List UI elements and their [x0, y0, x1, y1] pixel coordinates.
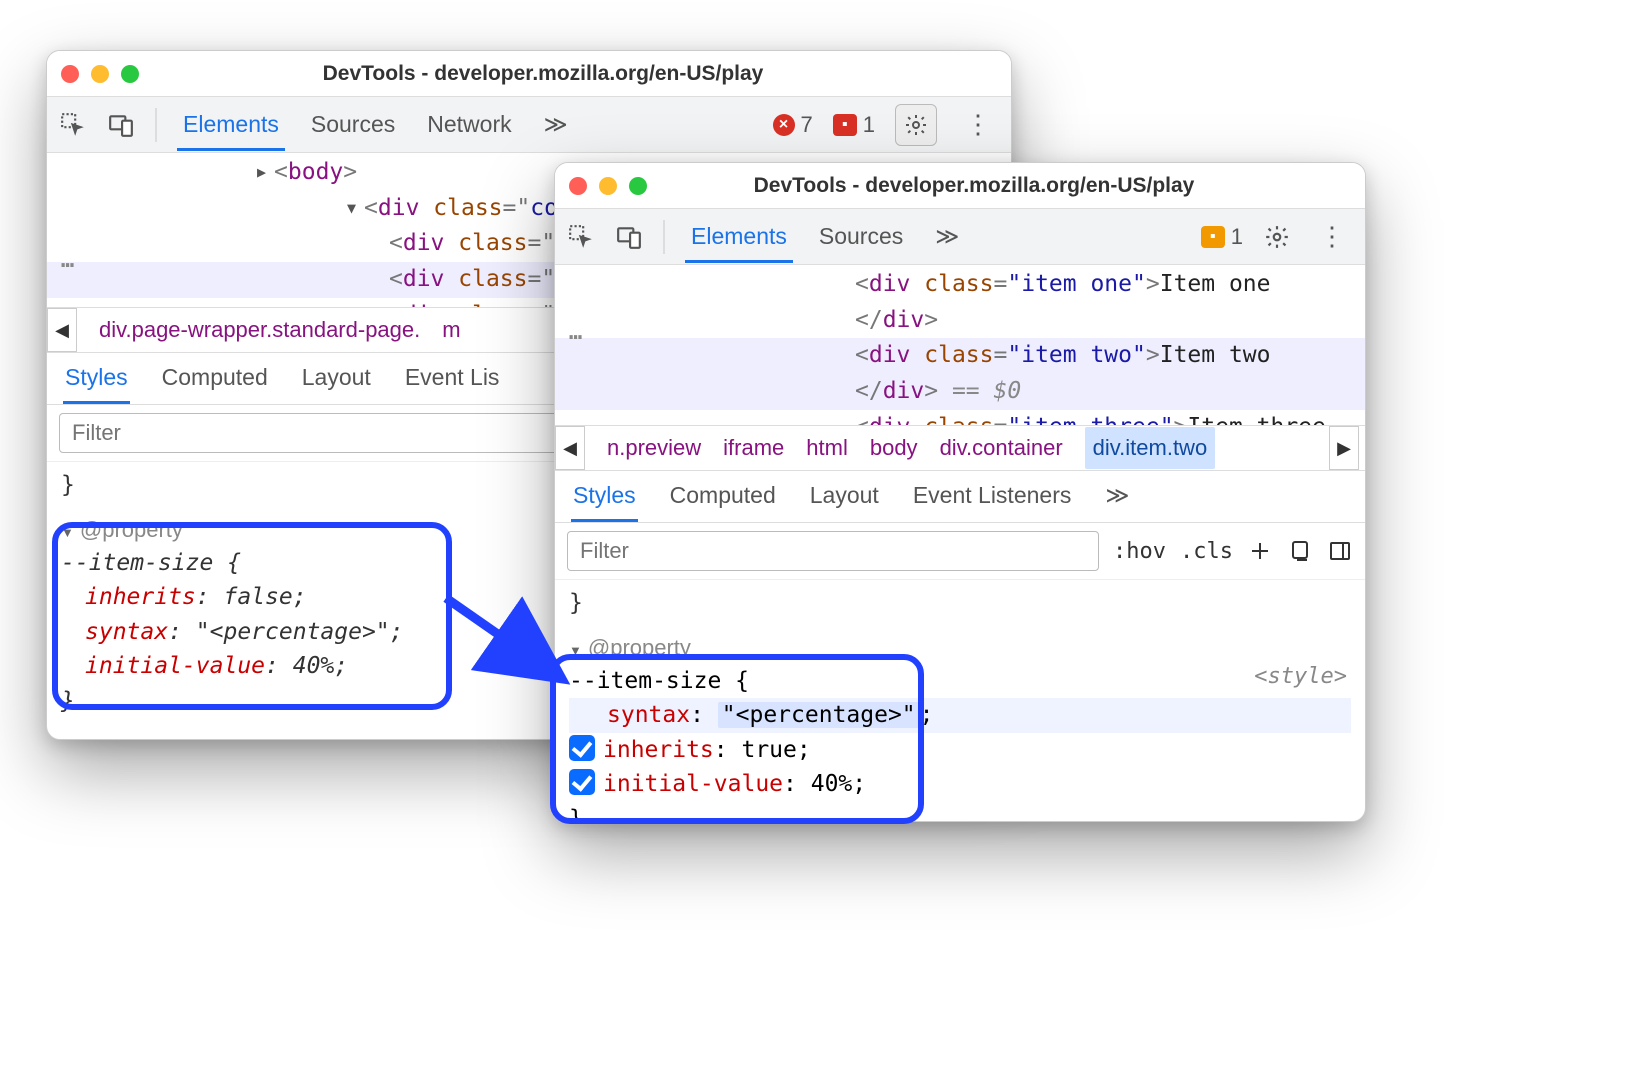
window-title: DevTools - developer.mozilla.org/en-US/p… [657, 174, 1291, 198]
maximize-window-button[interactable] [629, 177, 647, 195]
breadcrumb-item[interactable]: html [806, 435, 848, 461]
ellipsis-icon[interactable]: ⋯ [569, 321, 584, 355]
titlebar: DevTools - developer.mozilla.org/en-US/p… [47, 51, 1011, 97]
issue-icon: ▪ [833, 114, 857, 136]
subtab-event-listeners[interactable]: Event Listeners [911, 472, 1074, 522]
breadcrumb-item[interactable]: n.preview [607, 435, 701, 461]
cls-toggle[interactable]: .cls [1180, 539, 1233, 564]
styles-filter-input[interactable] [567, 531, 1099, 571]
main-toolbar: Elements Sources ≫ ▪ 1 ⋮ [555, 209, 1365, 265]
issue-count[interactable]: ▪ 1 [833, 112, 875, 138]
toggle-panel-icon[interactable] [1327, 538, 1353, 564]
styles-panel-tabs: Styles Computed Layout Event Listeners ≫ [555, 471, 1365, 523]
css-rule[interactable]: --item-size { syntax: "<percentage>"; in… [569, 664, 1351, 822]
copy-styles-icon[interactable] [1287, 538, 1313, 564]
devtools-window-front: DevTools - developer.mozilla.org/en-US/p… [554, 162, 1366, 822]
minimize-window-button[interactable] [91, 65, 109, 83]
at-property-section[interactable]: @property [569, 631, 1351, 664]
breadcrumb-item[interactable]: div.page-wrapper.standard-page. [99, 317, 420, 343]
property-toggle-checkbox[interactable] [569, 769, 595, 795]
breadcrumb-item[interactable]: m [442, 317, 460, 343]
settings-button[interactable] [895, 104, 937, 146]
hov-toggle[interactable]: :hov [1113, 539, 1166, 564]
close-window-button[interactable] [61, 65, 79, 83]
kebab-menu[interactable]: ⋮ [1311, 217, 1353, 256]
source-link[interactable]: <style> [1254, 660, 1347, 693]
property-toggle-checkbox[interactable] [569, 735, 595, 761]
close-window-button[interactable] [569, 177, 587, 195]
breadcrumb-scroll-right[interactable]: ▶ [1329, 426, 1359, 470]
tab-elements[interactable]: Elements [177, 99, 285, 151]
device-toggle-icon[interactable] [107, 111, 135, 139]
error-icon: × [773, 114, 795, 136]
subtab-styles[interactable]: Styles [63, 354, 130, 404]
subtab-computed[interactable]: Computed [160, 354, 270, 404]
new-style-rule-icon[interactable] [1247, 538, 1273, 564]
dom-tree[interactable]: ⋯ <div class="item one">Item one </div> … [555, 265, 1365, 425]
breadcrumb-scroll-left[interactable]: ◀ [47, 308, 77, 352]
breadcrumb-item[interactable]: div.container [940, 435, 1063, 461]
styles-rules[interactable]: } @property <style> --item-size { syntax… [555, 580, 1365, 821]
error-count[interactable]: × 7 [773, 112, 813, 138]
breadcrumb-item[interactable]: iframe [723, 435, 784, 461]
titlebar: DevTools - developer.mozilla.org/en-US/p… [555, 163, 1365, 209]
main-toolbar: Elements Sources Network ≫ × 7 ▪ 1 ⋮ [47, 97, 1011, 153]
breadcrumb-scroll-left[interactable]: ◀ [555, 426, 585, 470]
breadcrumb[interactable]: ◀ n.preview iframe html body div.contain… [555, 425, 1365, 471]
maximize-window-button[interactable] [121, 65, 139, 83]
subtab-event-listeners[interactable]: Event Lis [403, 354, 502, 404]
styles-filter-row: :hov .cls [555, 523, 1365, 580]
subtabs-more[interactable]: ≫ [1103, 472, 1131, 522]
subtab-layout[interactable]: Layout [808, 472, 881, 522]
message-icon: ▪ [1201, 226, 1225, 248]
tab-sources[interactable]: Sources [305, 99, 401, 151]
message-count[interactable]: ▪ 1 [1201, 224, 1243, 250]
ellipsis-icon[interactable]: ⋯ [61, 249, 76, 283]
tab-network[interactable]: Network [421, 99, 517, 151]
device-toggle-icon[interactable] [615, 223, 643, 251]
subtab-styles[interactable]: Styles [571, 472, 638, 522]
kebab-menu[interactable]: ⋮ [957, 105, 999, 144]
minimize-window-button[interactable] [599, 177, 617, 195]
inspect-icon[interactable] [567, 223, 595, 251]
subtab-computed[interactable]: Computed [668, 472, 778, 522]
window-title: DevTools - developer.mozilla.org/en-US/p… [149, 62, 937, 86]
subtab-layout[interactable]: Layout [300, 354, 373, 404]
tab-sources[interactable]: Sources [813, 211, 909, 263]
inspect-icon[interactable] [59, 111, 87, 139]
tabs-more[interactable]: ≫ [929, 211, 965, 263]
tabs-more[interactable]: ≫ [538, 99, 574, 151]
breadcrumb-item-selected[interactable]: div.item.two [1085, 427, 1216, 469]
settings-icon[interactable] [1263, 223, 1291, 251]
breadcrumb-item[interactable]: body [870, 435, 918, 461]
tab-elements[interactable]: Elements [685, 211, 793, 263]
